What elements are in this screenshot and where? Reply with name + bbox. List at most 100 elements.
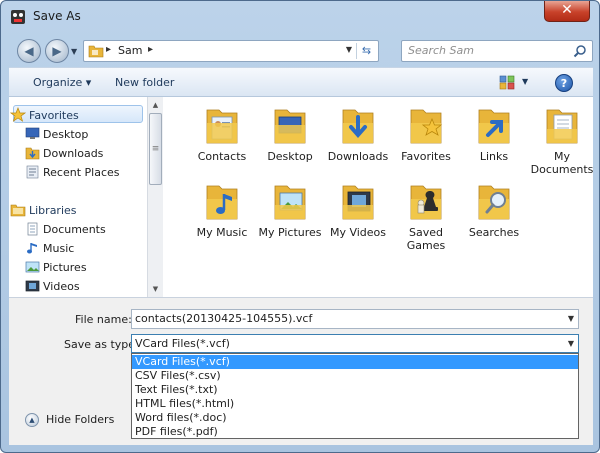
sidebar-group-libraries[interactable]: Libraries: [10, 204, 77, 217]
address-dropdown-icon[interactable]: ▼: [346, 45, 352, 54]
my-pictures-folder-icon: [274, 185, 306, 220]
contacts-folder-icon: [206, 109, 238, 144]
sidebar-item-music[interactable]: Music: [27, 242, 74, 255]
hide-folders-label: Hide Folders: [46, 413, 115, 426]
save-as-type-label: Save as type:: [64, 338, 139, 351]
sidebar-group-label: Libraries: [29, 204, 77, 217]
recent-places-icon: [26, 165, 39, 179]
navigation-bar: ◀ ▶ ▼ ▸ Sam ▸ ▼ ⇆ Search Sam: [9, 35, 593, 67]
search-input[interactable]: Search Sam: [408, 44, 474, 57]
chevron-down-icon[interactable]: ▼: [568, 335, 574, 352]
file-type-option-csv[interactable]: CSV Files(*.csv): [132, 369, 578, 383]
file-label: Favorites: [401, 150, 451, 163]
breadcrumb-chevron-icon[interactable]: ▸: [106, 44, 111, 55]
folder-downloads[interactable]: Downloads: [323, 105, 393, 163]
sidebar-item-recent-places[interactable]: Recent Places: [26, 165, 120, 179]
window-title: Save As: [33, 9, 81, 23]
file-label: Desktop: [267, 150, 313, 163]
sidebar-item-pictures[interactable]: Pictures: [25, 261, 87, 274]
search-box[interactable]: Search Sam: [401, 40, 593, 62]
scroll-up-icon[interactable]: ▲: [148, 97, 163, 113]
close-button[interactable]: ✕: [544, 1, 590, 22]
file-type-option-pdf[interactable]: PDF files(*.pdf): [132, 425, 578, 439]
sidebar-item-videos[interactable]: Videos: [25, 280, 80, 293]
app-icon: [11, 10, 25, 24]
sidebar-item-desktop[interactable]: Desktop: [25, 127, 88, 141]
file-type-option-txt[interactable]: Text Files(*.txt): [132, 383, 578, 397]
my-music-folder-icon: [206, 185, 238, 220]
command-toolbar: Organize ▾ New folder ▼ ?: [9, 67, 593, 97]
folder-my-documents[interactable]: My Documents: [527, 105, 597, 176]
sidebar-item-label: Videos: [43, 280, 80, 293]
documents-icon: [27, 222, 38, 236]
file-label: My Music: [196, 226, 248, 239]
music-icon: [27, 243, 37, 254]
folder-contacts[interactable]: Contacts: [187, 105, 257, 163]
folder-favorites[interactable]: Favorites: [391, 105, 461, 163]
file-name-value: contacts(20130425-104555).vcf: [135, 312, 313, 325]
file-list: Contacts Desktop Downloads Favorites Lin…: [165, 97, 593, 297]
chevron-up-icon: ▲: [25, 413, 39, 427]
save-as-dialog: Save As ✕ ◀ ▶ ▼ ▸ Sam ▸ ▼ ⇆ Search Sam O…: [0, 0, 600, 453]
search-icon[interactable]: [573, 44, 587, 58]
desktop-icon: [25, 127, 40, 139]
folder-my-videos[interactable]: My Videos: [323, 181, 393, 239]
breadcrumb-item-sam[interactable]: Sam: [118, 44, 142, 57]
videos-icon: [25, 280, 40, 292]
folder-saved-games[interactable]: Saved Games: [391, 181, 461, 252]
file-label: Searches: [468, 226, 520, 239]
new-folder-button[interactable]: New folder: [115, 76, 174, 89]
folder-searches[interactable]: Searches: [459, 181, 529, 239]
file-type-option-doc[interactable]: Word files(*.doc): [132, 411, 578, 425]
links-folder-icon: [478, 109, 510, 144]
my-videos-folder-icon: [342, 185, 374, 220]
star-icon: [10, 107, 26, 122]
recent-locations-dropdown[interactable]: ▼: [71, 47, 77, 56]
back-button[interactable]: ◀: [17, 39, 41, 63]
file-name-input[interactable]: contacts(20130425-104555).vcf ▼: [131, 309, 579, 329]
saved-games-folder-icon: [410, 185, 442, 220]
file-name-dropdown-icon[interactable]: ▼: [568, 310, 574, 328]
downloads-icon: [25, 147, 40, 160]
breadcrumb-chevron-icon[interactable]: ▸: [148, 44, 153, 55]
help-icon[interactable]: ?: [555, 74, 573, 92]
organize-button[interactable]: Organize ▾: [33, 76, 91, 89]
sidebar-item-documents[interactable]: Documents: [27, 222, 106, 236]
file-type-option-vcf[interactable]: VCard Files(*.vcf): [132, 355, 578, 369]
folder-my-pictures[interactable]: My Pictures: [255, 181, 325, 239]
refresh-button[interactable]: ⇆: [356, 43, 376, 59]
sidebar-item-label: Recent Places: [43, 166, 120, 179]
file-label: My Documents: [530, 150, 594, 176]
file-label: Downloads: [327, 150, 389, 163]
folder-links[interactable]: Links: [459, 105, 529, 163]
view-dropdown-icon[interactable]: ▼: [522, 77, 528, 86]
refresh-icon: ⇆: [361, 44, 372, 57]
file-label: Contacts: [197, 150, 247, 163]
sidebar-scrollbar[interactable]: ▲ ≡ ▼: [147, 97, 163, 297]
view-options-icon[interactable]: [499, 75, 515, 90]
folder-icon: [88, 45, 104, 58]
sidebar-group-favorites[interactable]: Favorites: [10, 107, 79, 122]
scroll-thumb[interactable]: ≡: [149, 113, 162, 185]
scroll-down-icon[interactable]: ▼: [148, 281, 163, 297]
folder-desktop[interactable]: Desktop: [255, 105, 325, 163]
sidebar-item-label: Pictures: [43, 261, 87, 274]
file-label: Links: [479, 150, 509, 163]
close-icon: ✕: [561, 2, 573, 18]
favorites-folder-icon: [410, 109, 443, 144]
file-type-option-html[interactable]: HTML files(*.html): [132, 397, 578, 411]
libraries-icon: [10, 204, 26, 217]
sidebar-group-label: Favorites: [29, 109, 79, 122]
desktop-folder-icon: [274, 109, 306, 144]
downloads-folder-icon: [342, 109, 374, 144]
save-as-type-select[interactable]: VCard Files(*.vcf) ▼: [131, 334, 579, 353]
searches-folder-icon: [478, 185, 510, 220]
forward-button[interactable]: ▶: [45, 39, 69, 63]
address-bar[interactable]: ▸ Sam ▸ ▼ ⇆: [83, 40, 379, 62]
file-type-dropdown-list: VCard Files(*.vcf) CSV Files(*.csv) Text…: [131, 353, 579, 439]
content-area: Favorites Desktop Downloads Recent Place…: [9, 97, 593, 297]
sidebar-item-downloads[interactable]: Downloads: [25, 147, 103, 160]
folder-my-music[interactable]: My Music: [187, 181, 257, 239]
navigation-pane: Favorites Desktop Downloads Recent Place…: [9, 97, 147, 297]
file-label: My Videos: [329, 226, 387, 239]
